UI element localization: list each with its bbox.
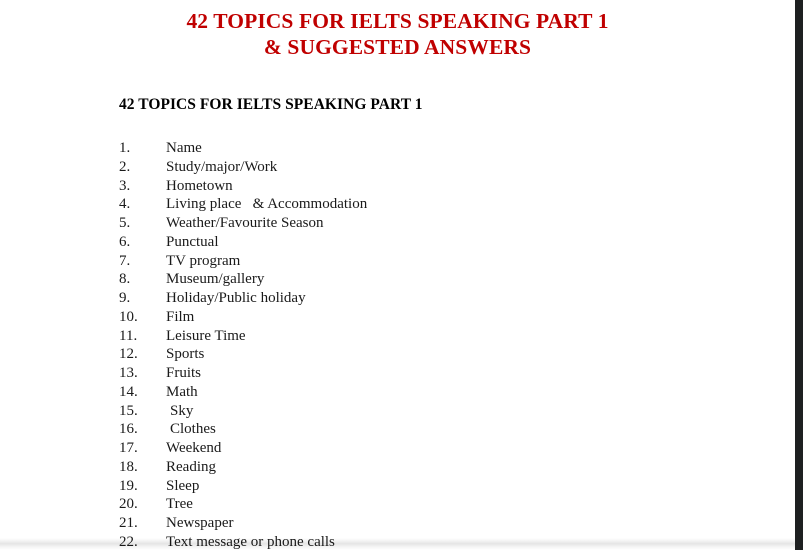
topic-list-item: 8. Museum/gallery <box>119 270 739 289</box>
topic-label: Sleep <box>166 477 200 494</box>
topic-number: 19. <box>119 477 138 494</box>
topic-list-item: 12. Sports <box>119 345 739 364</box>
topic-list-item: 17. Weekend <box>119 439 739 458</box>
topic-number: 2. <box>119 158 131 175</box>
topic-number: 22. <box>119 533 138 550</box>
topic-label: Study/major/Work <box>166 158 278 175</box>
topic-label: Newspaper <box>166 515 234 531</box>
topic-list-item: 4. Living place & Accommodation <box>119 195 739 214</box>
topic-list-item: 6. Punctual <box>119 233 739 252</box>
section-heading: 42 TOPICS FOR IELTS SPEAKING PART 1 <box>119 96 423 113</box>
document-title: 42 TOPICS FOR IELTS SPEAKING PART 1 & SU… <box>0 8 795 60</box>
topic-number: 17. <box>119 440 138 456</box>
right-gutter-strip <box>795 0 803 550</box>
topic-number: 6. <box>119 233 131 250</box>
topic-list-item: 21. Newspaper <box>119 514 739 533</box>
document-title-line-1: 42 TOPICS FOR IELTS SPEAKING PART 1 <box>186 9 609 33</box>
topic-number: 20. <box>119 496 138 513</box>
topic-number: 12. <box>119 346 138 363</box>
topic-label: Clothes <box>170 421 216 438</box>
topic-list-item: 1. Name <box>119 139 739 158</box>
topic-list-item: 19. Sleep <box>119 477 739 496</box>
topic-number: 7. <box>119 252 131 269</box>
topic-number: 15. <box>119 402 138 419</box>
topic-list-item: 2. Study/major/Work <box>119 158 739 177</box>
topic-list-item: 7. TV program <box>119 252 739 271</box>
topic-label: Text message or phone calls <box>166 533 335 550</box>
topic-number: 4. <box>119 196 131 213</box>
topic-list: 1. Name 2. Study/major/Work 3. Hometown 4. Livi… <box>119 139 739 550</box>
topic-label: Film <box>166 308 195 325</box>
topic-label: Living place & Accommodation <box>166 196 368 213</box>
topic-list-item: 18. Reading <box>119 458 739 477</box>
topic-list-item: 13. Fruits <box>119 364 739 383</box>
topic-list-item: 15. Sky <box>119 402 739 421</box>
document-page: 42 TOPICS FOR IELTS SPEAKING PART 1 & SU… <box>0 0 795 550</box>
topic-list-item: 16. Clothes <box>119 420 739 439</box>
topic-label: Reading <box>166 458 216 475</box>
topic-label: Math <box>166 383 198 400</box>
topic-number: 8. <box>119 271 131 288</box>
topic-number: 1. <box>119 140 131 156</box>
topic-label: TV program <box>166 252 241 269</box>
topic-list-item: 22. Text message or phone calls <box>119 533 739 550</box>
topic-label: Holiday/Public holiday <box>166 290 306 306</box>
topic-number: 18. <box>119 458 138 475</box>
topic-label: Weekend <box>166 440 222 456</box>
document-title-line-2: & SUGGESTED ANSWERS <box>263 35 532 59</box>
document-viewer[interactable]: 42 TOPICS FOR IELTS SPEAKING PART 1 & SU… <box>0 0 803 550</box>
topic-label: Tree <box>166 496 193 513</box>
topic-number: 13. <box>119 365 138 381</box>
topic-label: Fruits <box>166 365 202 381</box>
topic-label: Sky <box>170 402 194 419</box>
topic-list-item: 11. Leisure Time <box>119 327 739 346</box>
topic-label: Museum/gallery <box>166 271 265 288</box>
topic-number: 10. <box>119 308 138 325</box>
topic-label: Hometown <box>166 177 233 194</box>
topic-number: 11. <box>119 327 138 344</box>
topic-number: 5. <box>119 215 131 231</box>
topic-list-item: 10. Film <box>119 308 739 327</box>
topic-number: 21. <box>119 515 138 531</box>
topic-list-item: 14. Math <box>119 383 739 402</box>
topic-number: 16. <box>119 421 138 438</box>
topic-label: Leisure Time <box>166 327 246 344</box>
topic-list-item: 9. Holiday/Public holiday <box>119 289 739 308</box>
topic-number: 14. <box>119 383 138 400</box>
topic-label: Weather/Favourite Season <box>166 215 324 231</box>
topic-number: 9. <box>119 290 131 306</box>
topic-list-item: 20. Tree <box>119 495 739 514</box>
topic-label: Sports <box>166 346 205 363</box>
topic-list-item: 5. Weather/Favourite Season <box>119 214 739 233</box>
topic-label: Name <box>166 140 202 156</box>
topic-list-item: 3. Hometown <box>119 177 739 196</box>
topic-label: Punctual <box>166 233 219 250</box>
topic-number: 3. <box>119 177 131 194</box>
